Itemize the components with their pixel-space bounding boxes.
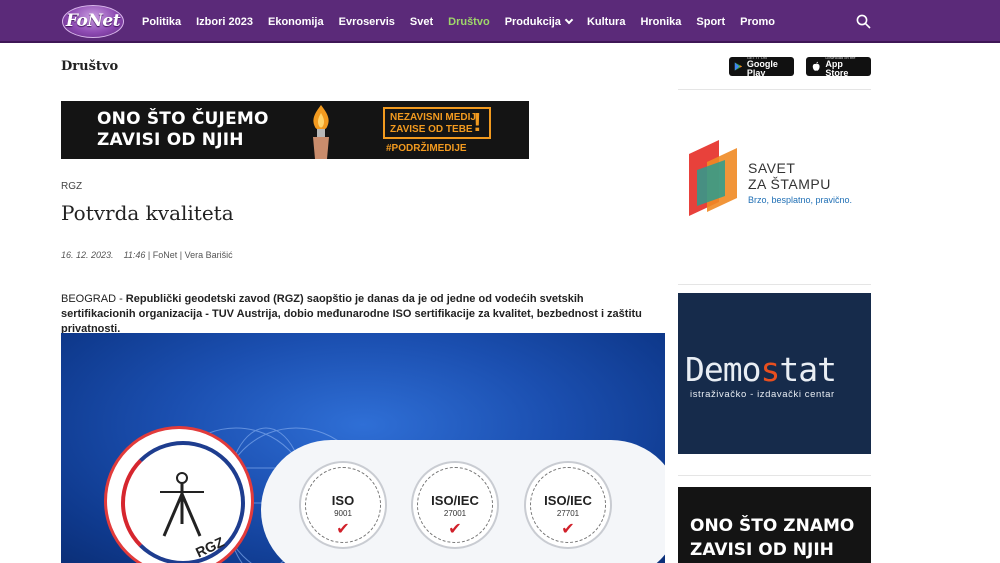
nav-item-evroservis[interactable]: Evroservis [339, 16, 395, 28]
check-icon: ✔ [336, 521, 350, 538]
nav-label: Hronika [640, 15, 682, 28]
nav-item-drustvo[interactable]: Društvo [448, 16, 490, 28]
support-media-banner[interactable]: ONO ŠTO ČUJEMO ZAVISI OD NJIH NEZAVISNI … [61, 101, 529, 159]
apple-icon [812, 61, 820, 71]
app-store-button[interactable]: Download on the App Store [806, 55, 871, 78]
demostat-title-accent: s [760, 350, 780, 389]
banner-line: ZAVISI OD NJIH [97, 130, 244, 150]
ad-line: ZAVISI OD NJIH [690, 540, 834, 560]
google-play-button[interactable]: GET IT ON Google Play [729, 55, 794, 78]
search-icon[interactable] [856, 14, 871, 29]
sidebar-divider [678, 284, 871, 285]
nav-label: Promo [740, 15, 775, 28]
cert-name: ISO/IEC [544, 493, 592, 508]
theodolite-icon [160, 472, 204, 537]
nav-item-promo[interactable]: Promo [740, 16, 775, 28]
check-icon: ✔ [561, 521, 575, 538]
article-lead-text: Republički geodetski zavod (RGZ) saopšti… [61, 293, 642, 335]
article-lead: BEOGRAD - Republički geodetski zavod (RG… [61, 293, 642, 335]
section-title: Društvo [61, 59, 119, 74]
nav-item-produkcija[interactable]: Produkcija [504, 15, 574, 28]
cert-number: 9001 [334, 509, 352, 518]
article-source: FoNet [152, 250, 178, 260]
sidebar-ad-headline: ONO ŠTO ZNAMO ZAVISI OD NJIH [690, 514, 854, 562]
nav-item-hronika[interactable]: Hronika [640, 16, 681, 28]
cert-badge-iso-27001: ISO/IEC 27001 ✔ [411, 461, 499, 549]
savet-subtitle: Brzo, besplatno, pravično. [748, 195, 853, 205]
chevron-down-icon [564, 15, 574, 25]
banner-line: ONO ŠTO ČUJEMO [97, 109, 269, 129]
nav-label: Kultura [586, 15, 626, 28]
nav-label: Svet [409, 15, 434, 28]
cert-name: ISO [331, 493, 355, 508]
store-big-label: App Store [825, 58, 849, 78]
nav-item-svet[interactable]: Svet [410, 16, 433, 28]
cert-badge-iso-27701: ISO/IEC 27701 ✔ [524, 461, 612, 549]
demostat-title: Demostat [685, 350, 837, 390]
nav-label: Izbori 2023 [196, 15, 253, 28]
banner-headline: ONO ŠTO ČUJEMO ZAVISI OD NJIH [97, 109, 269, 151]
article-tag[interactable]: RGZ [61, 181, 82, 192]
exclamation-icon: ! [473, 107, 482, 137]
cert-number: 27001 [443, 509, 467, 518]
nav-label: Produkcija [504, 15, 561, 28]
savet-title: SAVET ZA ŠTAMPU [748, 160, 831, 192]
savet-line: ZA ŠTAMPU [748, 176, 831, 192]
ad-line: ONO ŠTO ZNAMO [690, 516, 855, 536]
google-play-icon [734, 62, 743, 71]
nav-item-sport[interactable]: Sport [696, 16, 725, 28]
cert-badge-iso-9001: ISO 9001 ✔ [299, 461, 387, 549]
sidebar-divider [678, 475, 871, 476]
savet-line: SAVET [748, 160, 796, 176]
store-big-label: Google Play [746, 58, 778, 78]
badge-line: NEZAVISNI MEDIJI [390, 112, 479, 123]
article-date: 16. 12. 2023. [61, 250, 114, 260]
nav-label: Društvo [448, 15, 490, 28]
demostat-subtitle: istraživačko - izdavački centar [690, 389, 835, 400]
demostat-title-part: Demo [685, 350, 761, 389]
article-title: Potvrda kvaliteta [61, 201, 234, 225]
banner-hashtag: #PODRŽIMEDIJE [386, 143, 467, 154]
article-meta: 16. 12. 2023. 11:46 | FoNet | Vera Bariš… [61, 250, 233, 260]
nav-label: Evroservis [338, 15, 395, 28]
article-location: BEOGRAD [61, 293, 117, 305]
article-author: Vera Barišić [184, 250, 233, 260]
torch-icon [313, 105, 329, 159]
nav-item-kultura[interactable]: Kultura [587, 16, 626, 28]
article-time: 11:46 [123, 250, 146, 260]
main-nav: Politika Izbori 2023 Ekonomija Evroservi… [142, 0, 790, 43]
nav-label: Ekonomija [267, 15, 324, 28]
nav-item-politika[interactable]: Politika [142, 16, 181, 28]
fonet-logo[interactable]: FoNet [62, 5, 124, 38]
nav-item-izbori-2023[interactable]: Izbori 2023 [196, 16, 253, 28]
nav-label: Politika [142, 15, 182, 28]
demostat-title-part: tat [779, 350, 837, 389]
cert-number: 27701 [556, 509, 580, 518]
article-image: RGZ ISO 9001 ✔ ISO/IEC 27001 ✔ ISO/IEC 2… [61, 333, 665, 563]
savet-logo-icon [689, 140, 737, 216]
nav-item-ekonomija[interactable]: Ekonomija [268, 16, 324, 28]
check-icon: ✔ [448, 521, 462, 538]
badge-line: ZAVISE OD TEBE [390, 124, 473, 135]
cert-name: ISO/IEC [431, 493, 479, 508]
nav-label: Sport [696, 15, 726, 28]
top-navigation-bar: FoNet Politika Izbori 2023 Ekonomija Evr… [0, 0, 1000, 43]
rgz-emblem: RGZ [104, 426, 254, 563]
